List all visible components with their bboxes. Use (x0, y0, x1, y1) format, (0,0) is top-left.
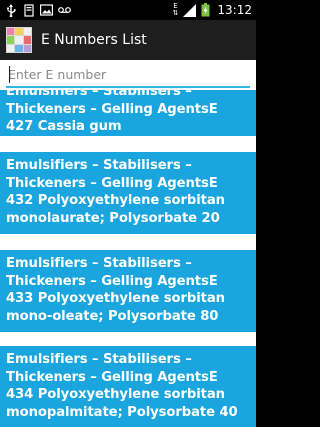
list-item-line: 427 Cassia gum (6, 119, 122, 134)
list-item[interactable]: Emulsifiers – Stabilisers – Thickeners –… (0, 250, 256, 332)
list-item-line: Thickeners – Gelling AgentsE (6, 273, 218, 289)
image-icon (40, 3, 53, 17)
e-number-list[interactable]: Emulsifiers – Stabilisers – Thickeners –… (0, 90, 256, 427)
voicemail-icon (58, 3, 71, 17)
list-item[interactable]: Emulsifiers – Stabilisers – Thickeners –… (0, 346, 256, 427)
list-item-line: Emulsifiers – Stabilisers – (6, 352, 192, 367)
search-bar (0, 60, 256, 90)
list-item-line: 433 Polyoxyethylene sorbitan (6, 291, 225, 306)
app-logo-icon[interactable] (6, 27, 32, 53)
page-title: E Numbers List (41, 32, 147, 48)
screen: E ⇅ 13:12 E Numbers List Emulsifie (0, 0, 256, 427)
list-item-line: 432 Polyoxyethylene sorbitan (6, 193, 225, 208)
list-item-line: 434 Polyoxyethylene sorbitan (6, 387, 225, 402)
list-item[interactable]: Emulsifiers – Stabilisers – Thickeners –… (0, 152, 256, 234)
signal-icon (183, 3, 197, 17)
debug-icon (22, 3, 35, 17)
list-item-line: Emulsifiers – Stabilisers – (6, 90, 192, 99)
status-time: 13:12 (217, 3, 252, 17)
list-item-line: monolaurate; Polysorbate 20 (6, 210, 220, 226)
list-item-line: Emulsifiers – Stabilisers – (6, 158, 192, 173)
list-item-line: Thickeners – Gelling AgentsE (6, 369, 218, 385)
network-arrows-icon: ⇅ (172, 9, 179, 17)
usb-icon (4, 3, 17, 17)
list-item-line: monopalmitate; Polysorbate 40 (6, 404, 238, 420)
battery-icon (201, 3, 210, 17)
status-bar-right: E ⇅ 13:12 (173, 3, 252, 18)
text-cursor (9, 66, 10, 83)
status-bar-left (4, 3, 71, 17)
network-type: E ⇅ (173, 3, 179, 17)
action-bar: E Numbers List (0, 20, 256, 60)
list-item[interactable]: Emulsifiers – Stabilisers – Thickeners –… (0, 90, 256, 136)
search-input[interactable] (6, 62, 250, 88)
list-item-line: mono-oleate; Polysorbate 80 (6, 308, 219, 324)
list-item-line: Emulsifiers – Stabilisers – (6, 256, 192, 271)
list-item-line: Thickeners – Gelling AgentsE (6, 101, 218, 117)
list-item-line: Thickeners – Gelling AgentsE (6, 175, 218, 191)
status-bar: E ⇅ 13:12 (0, 0, 256, 20)
